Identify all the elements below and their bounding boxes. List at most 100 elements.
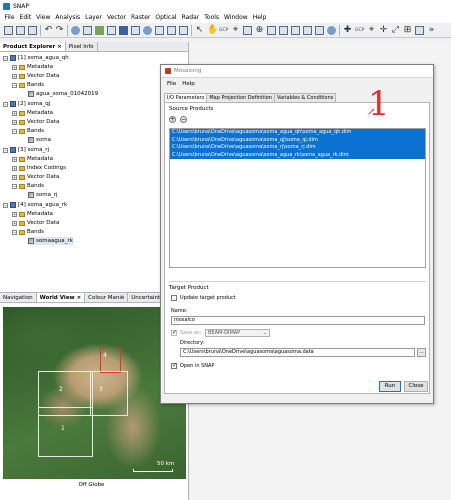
source-product-item[interactable]: C:\Users\bruna\OneDrive\aguasoma\soma_ag… — [170, 151, 425, 159]
menu-tools[interactable]: Tools — [202, 14, 222, 21]
scatter-plot-icon[interactable] — [143, 26, 152, 35]
menu-file[interactable]: File — [2, 14, 17, 21]
tree-node[interactable]: + Metadata — [12, 210, 53, 218]
band-maths-icon[interactable] — [71, 26, 80, 35]
statistics-icon[interactable] — [107, 26, 116, 35]
save-as-checkbox[interactable] — [171, 329, 177, 336]
menu-help[interactable]: Help — [250, 14, 269, 21]
pan-tool-icon[interactable]: ✋ — [207, 26, 218, 35]
sync-cursor-icon[interactable]: ✛ — [379, 26, 388, 35]
layer-editor-icon[interactable] — [155, 26, 164, 35]
source-product-item[interactable]: C:\Users\bruna\OneDrive\aguasoma\soma_ag… — [170, 129, 425, 137]
open-in-snap-checkbox[interactable] — [171, 362, 177, 369]
tree-node[interactable]: + Metadata — [12, 155, 53, 163]
dialog-menu-help[interactable]: Help — [179, 81, 198, 87]
tree-node[interactable]: + Vector Data — [12, 72, 59, 80]
tile-views-icon[interactable]: ⊞ — [403, 26, 412, 35]
magic-wand-icon[interactable] — [267, 26, 276, 35]
sync-views-icon[interactable]: ⤢ — [391, 26, 400, 35]
pin-manager-icon[interactable]: ⌖ — [367, 26, 376, 35]
overflow-icon[interactable]: » — [427, 26, 436, 35]
source-product-item[interactable]: C:\Users\bruna\OneDrive\aguasoma\soma_qj… — [170, 136, 425, 144]
run-button[interactable]: Run — [379, 381, 401, 392]
menu-raster[interactable]: Raster — [129, 14, 153, 21]
tree-product-3[interactable]: − [3] soma_rj — [3, 146, 49, 154]
draw-polyline-icon[interactable] — [291, 26, 300, 35]
close-button[interactable]: Close — [404, 381, 428, 392]
open-product-icon[interactable] — [16, 26, 25, 35]
redo-icon[interactable]: ↷ — [55, 26, 64, 35]
product-icon — [10, 147, 16, 153]
menu-optical[interactable]: Optical — [153, 14, 179, 21]
pin-tool-icon[interactable]: ⌖ — [231, 26, 240, 35]
tab-navigation[interactable]: Navigation — [0, 293, 37, 302]
tree-product-1[interactable]: − [1] soma_agua_qh — [3, 54, 69, 62]
tree-node[interactable]: + Vector Data — [12, 219, 59, 227]
tree-node[interactable]: − Bands — [12, 127, 44, 135]
directory-field[interactable]: C:\Users\bruna\OneDrive\aguasoma\aguasom… — [180, 348, 415, 357]
tree-node[interactable]: + Metadata — [12, 109, 53, 117]
tree-node[interactable]: + Index Codings — [12, 164, 66, 172]
tree-band-selected[interactable]: somaagua_rk — [28, 237, 73, 245]
menu-layer[interactable]: Layer — [83, 14, 105, 21]
tree-band[interactable]: agua_soma_01042019 — [28, 90, 98, 98]
tree-node[interactable]: + Vector Data — [12, 173, 59, 181]
source-products-list[interactable]: C:\Users\bruna\OneDrive\aguasoma\soma_ag… — [169, 128, 426, 268]
source-product-item[interactable]: C:\Users\bruna\OneDrive\aguasoma\soma_rj… — [170, 144, 425, 152]
tree-band[interactable]: soma — [28, 136, 51, 144]
close-icon[interactable]: × — [77, 295, 82, 301]
gcp-tool-icon[interactable]: GCP — [219, 26, 228, 35]
dialog-menu-file[interactable]: File — [164, 81, 179, 87]
zoom-tool-icon[interactable]: ⊕ — [255, 26, 264, 35]
tree-band[interactable]: soma_rj — [28, 191, 58, 199]
folder-icon — [19, 82, 25, 88]
world-map-view[interactable]: 4 2 3 1 50 km — [3, 307, 186, 479]
tab-world-view[interactable]: World View × — [36, 293, 86, 302]
pixel-pos-icon[interactable]: ✚ — [343, 26, 352, 35]
menu-vector[interactable]: Vector — [104, 14, 128, 21]
tab-io-parameters[interactable]: I/O Parameters — [164, 93, 208, 102]
tab-pixel-info[interactable]: Pixel Info — [66, 42, 98, 51]
save-product-icon[interactable] — [28, 26, 37, 35]
undo-icon[interactable]: ↶ — [44, 26, 53, 35]
spectrum-icon[interactable] — [119, 26, 128, 35]
tree-node[interactable]: − Bands — [12, 228, 44, 236]
browse-directory-button[interactable]: ... — [417, 348, 426, 357]
menu-window[interactable]: Window — [222, 14, 251, 21]
draw-rectangle-icon[interactable] — [303, 26, 312, 35]
gcp-manager-icon[interactable]: GCP — [355, 26, 364, 35]
profile-plot-icon[interactable] — [131, 26, 140, 35]
tree-node[interactable]: − Bands — [12, 182, 44, 190]
source-product-buttons: + − — [169, 116, 187, 123]
menu-analysis[interactable]: Analysis — [53, 14, 83, 21]
tab-product-explorer[interactable]: Product Explorer × — [0, 42, 66, 51]
draw-ellipse-icon[interactable] — [327, 26, 336, 35]
world-map-icon[interactable] — [415, 26, 424, 35]
tab-colour-manipulation[interactable]: Colour Manié — [85, 293, 129, 302]
mask-manager-icon[interactable] — [167, 26, 176, 35]
draw-polygon-icon[interactable] — [315, 26, 324, 35]
close-icon[interactable]: × — [57, 44, 62, 50]
tree-product-4[interactable]: − [4] soma_agua_rk — [3, 201, 67, 209]
histogram-icon[interactable] — [83, 26, 92, 35]
tree-node[interactable]: − Bands — [12, 81, 44, 89]
save-format-select[interactable]: BEAM-DIMAP ⌄ — [205, 329, 270, 337]
select-tool-icon[interactable]: ↖ — [195, 26, 204, 35]
target-name-field[interactable]: mosaico — [171, 316, 425, 325]
menu-edit[interactable]: Edit — [17, 14, 34, 21]
range-finder-icon[interactable] — [243, 26, 252, 35]
tab-map-projection[interactable]: Map Projection Definition — [206, 93, 275, 102]
tree-node[interactable]: + Metadata — [12, 63, 53, 71]
tree-product-2[interactable]: − [2] soma_qj — [3, 100, 50, 108]
time-series-icon[interactable] — [179, 26, 188, 35]
tree-node[interactable]: + Vector Data — [12, 118, 59, 126]
menu-radar[interactable]: Radar — [179, 14, 202, 21]
tab-variables-conditions[interactable]: Variables & Conditions — [273, 93, 337, 102]
draw-line-icon[interactable] — [279, 26, 288, 35]
remove-product-icon[interactable]: − — [180, 116, 187, 123]
update-target-checkbox[interactable] — [171, 295, 177, 301]
vector-icon[interactable] — [95, 26, 104, 35]
new-product-icon[interactable] — [4, 26, 13, 35]
add-product-icon[interactable]: + — [169, 116, 176, 123]
menu-view[interactable]: View — [34, 14, 53, 21]
